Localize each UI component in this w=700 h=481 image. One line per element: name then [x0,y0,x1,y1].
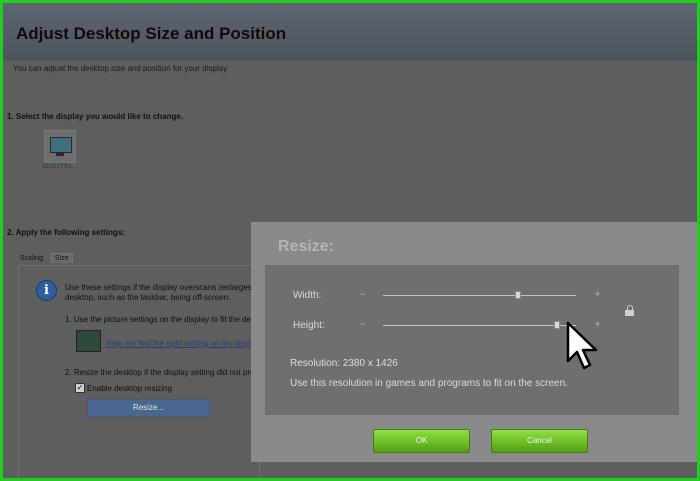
section-1-heading: 1. Select the display you would like to … [7,112,184,121]
page-title: Adjust Desktop Size and Position [16,24,287,43]
cancel-button[interactable]: Cancel [491,429,588,453]
height-minus-button[interactable]: − [360,319,365,329]
info-line-1: Use these settings if the display oversc… [65,283,255,292]
dialog-title: Resize: [278,238,335,255]
resize-dialog: Resize: Width: − + Height: − + Resolutio… [251,222,697,462]
display-stand [56,153,64,156]
width-slider-track[interactable] [383,295,576,296]
info-icon: i [36,280,57,301]
tab-scaling[interactable]: Scaling [20,255,43,262]
info-line-2: desktop, such as the taskbar, being off-… [65,293,231,302]
resize-panel: Width: − + Height: − + Resolution: 2380 … [265,265,679,415]
app-window: Adjust Desktop Size and Position You can… [0,0,700,481]
resolution-hint: Use this resolution in games and program… [290,378,568,389]
picture-settings-icon [76,330,101,352]
step-2-text: 2. Resize the desktop if the display set… [65,368,255,377]
enable-resizing-checkbox[interactable]: ✓ [75,383,85,393]
cursor-arrow-icon [566,321,598,370]
page-subtitle: You can adjust the desktop size and posi… [13,64,228,73]
info-text: Use these settings if the display oversc… [65,283,254,303]
ok-button[interactable]: OK [373,429,470,453]
height-slider-thumb[interactable] [553,321,560,329]
header-bar: Adjust Desktop Size and Position [3,3,697,61]
resize-button[interactable]: Resize... [87,399,210,417]
width-minus-button[interactable]: − [360,289,365,299]
enable-resizing-label: Enable desktop resizing [87,384,172,393]
width-label: Width: [293,290,322,301]
tab-size[interactable]: Size [50,253,73,263]
height-slider-track[interactable] [383,325,576,326]
display-icon[interactable] [44,130,76,163]
display-label: DIGITAL [43,163,74,170]
help-link[interactable]: Help me find the right setting on my dis… [106,339,251,348]
section-2-heading: 2. Apply the following settings: [7,228,125,237]
settings-tabs: Scaling Size [20,253,79,263]
step-1-text: 1. Use the picture settings on the displ… [65,315,251,324]
display-screen [50,137,72,153]
width-slider-thumb[interactable] [515,291,522,299]
height-label: Height: [293,320,325,331]
resolution-text: Resolution: 2380 x 1426 [290,358,398,369]
width-plus-button[interactable]: + [595,289,600,299]
lock-icon[interactable] [625,305,635,316]
check-icon: ✓ [76,383,84,392]
lock-body [625,310,634,316]
